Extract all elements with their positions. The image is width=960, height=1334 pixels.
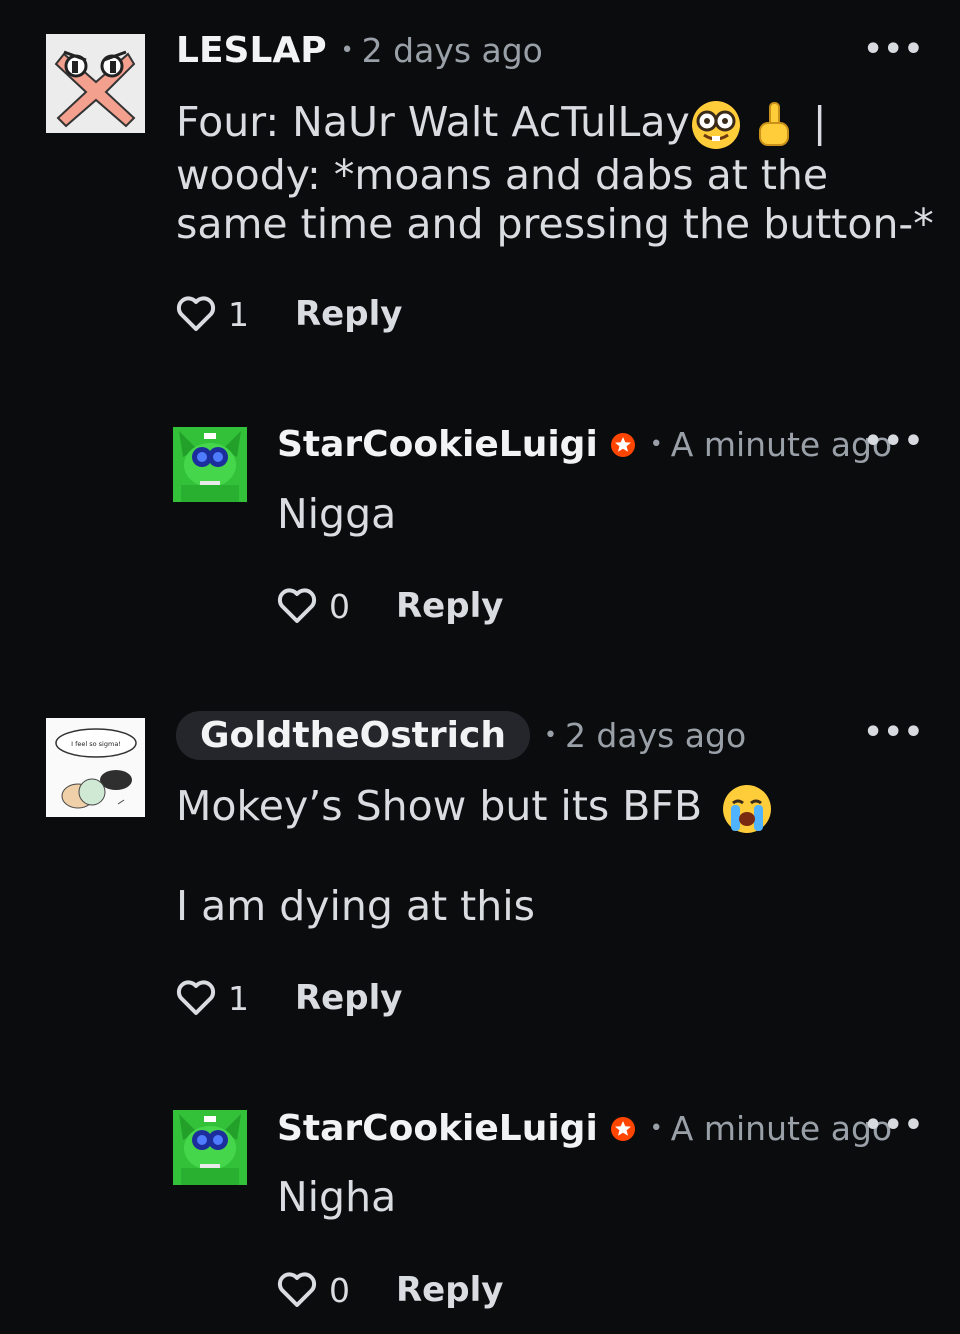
like-count: 0: [329, 1270, 350, 1310]
timestamp: A minute ago: [670, 425, 893, 464]
separator: •: [649, 432, 663, 457]
username[interactable]: GoldtheOstrich: [176, 711, 530, 760]
timestamp: 2 days ago: [564, 716, 747, 755]
star-badge-icon: [610, 432, 635, 457]
separator: •: [649, 1116, 663, 1141]
avatar[interactable]: [173, 427, 247, 502]
comment-text: Four: NaUr Walt AcTulLay: [176, 98, 690, 146]
more-options-icon[interactable]: •••: [863, 1108, 924, 1143]
username[interactable]: StarCookieLuigi: [277, 1108, 598, 1149]
x-face-avatar-icon: [46, 34, 145, 133]
comment-text: Nigha: [277, 1173, 397, 1221]
comment-text: Mokey’s Show but its BFB: [176, 782, 703, 830]
sketch-avatar-icon: I feel so sigma!: [46, 718, 145, 817]
green-creature-avatar-icon: [173, 1110, 247, 1185]
separator: •: [543, 723, 557, 748]
comment-body: Four: NaUr Walt AcTulLay | woody: *moans…: [176, 98, 936, 249]
timestamp: A minute ago: [670, 1109, 893, 1148]
separator: •: [340, 38, 354, 63]
comment-text: Nigga: [277, 490, 397, 538]
like-count: 0: [329, 586, 350, 626]
point-up-emoji-icon: [758, 102, 789, 146]
comment-body: Mokey’s Show but its BFB: [176, 782, 773, 835]
more-options-icon[interactable]: •••: [863, 715, 924, 750]
like-count: 1: [228, 978, 249, 1018]
heart-icon[interactable]: [176, 295, 216, 333]
crying-face-emoji-icon: [723, 785, 772, 833]
timestamp: 2 days ago: [361, 31, 543, 70]
comment-actions: 0 Reply: [277, 586, 503, 626]
reply-button[interactable]: Reply: [396, 1270, 503, 1310]
heart-icon[interactable]: [176, 979, 216, 1017]
comment-text-line: I am dying at this: [176, 882, 535, 930]
avatar[interactable]: [46, 34, 145, 133]
more-options-icon[interactable]: •••: [863, 424, 924, 459]
comment-actions: 1 Reply: [176, 294, 402, 334]
heart-icon[interactable]: [277, 1271, 317, 1309]
green-creature-avatar-icon: [173, 427, 247, 502]
username[interactable]: StarCookieLuigi: [277, 424, 598, 465]
avatar[interactable]: I feel so sigma!: [46, 718, 145, 817]
like-count: 1: [228, 294, 249, 334]
reply-button[interactable]: Reply: [396, 586, 503, 626]
comment-actions: 0 Reply: [277, 1270, 503, 1310]
avatar[interactable]: [173, 1110, 247, 1185]
reply-button[interactable]: Reply: [295, 294, 402, 334]
more-options-icon[interactable]: •••: [863, 32, 924, 67]
reply-button[interactable]: Reply: [295, 978, 402, 1018]
comment-actions: 1 Reply: [176, 978, 402, 1018]
nerd-face-emoji-icon: [691, 101, 740, 149]
star-badge-icon: [610, 1116, 635, 1141]
heart-icon[interactable]: [277, 587, 317, 625]
username[interactable]: LESLAP: [176, 30, 327, 71]
speech-bubble-text: I feel so sigma!: [71, 740, 121, 748]
